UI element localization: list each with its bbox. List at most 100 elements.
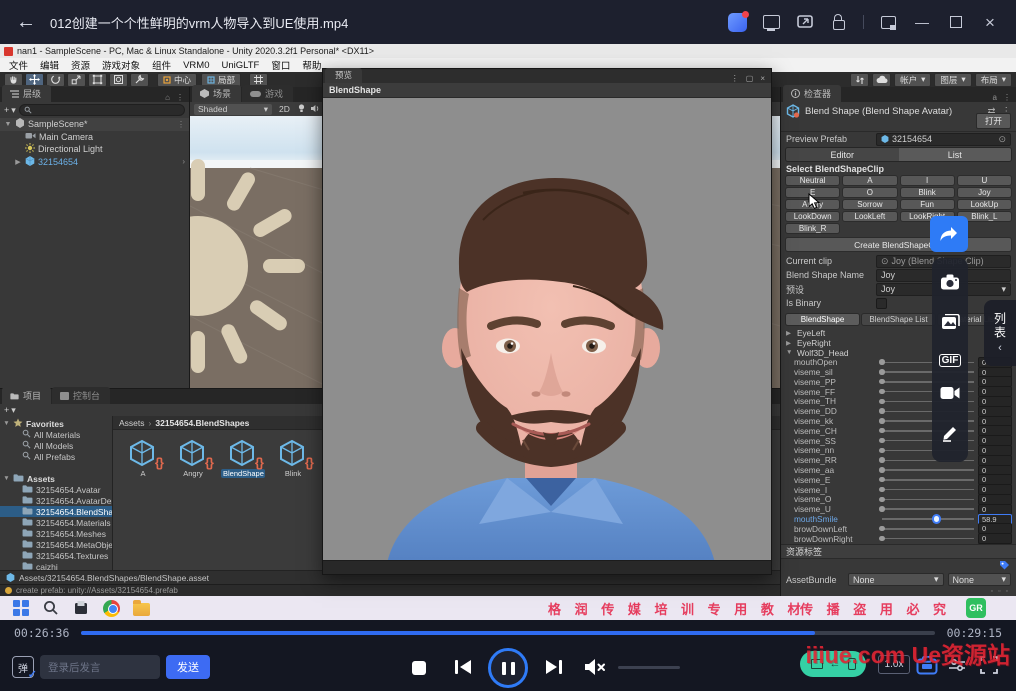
window-close-icon[interactable]: ×: [760, 74, 765, 83]
video-record-icon[interactable]: [940, 386, 960, 405]
tab-console[interactable]: 控制台: [52, 387, 110, 404]
expand-arrow-icon[interactable]: ▼: [4, 121, 12, 128]
expand-arrow-icon[interactable]: ▼: [3, 475, 10, 482]
clip-button-a[interactable]: A: [842, 175, 897, 186]
list-side-tab[interactable]: 列表 ‹: [984, 300, 1016, 366]
label-tag-icon[interactable]: [999, 560, 1010, 571]
hierarchy-item-2[interactable]: Directional Light: [0, 143, 189, 156]
screenshot-icon[interactable]: [941, 314, 960, 335]
asset-tile-blink[interactable]: {}Blink: [273, 438, 313, 478]
tree-spacer[interactable]: [0, 462, 112, 473]
folder-item-5[interactable]: 32154654.MetaObject: [0, 539, 112, 550]
assetbundle-dropdown[interactable]: None ▾: [848, 573, 944, 586]
tv-cast-icon[interactable]: [761, 12, 781, 32]
folder-item-1[interactable]: 32154654.AvatarDescription: [0, 495, 112, 506]
slider-track[interactable]: [882, 469, 974, 471]
clip-button-lookdown[interactable]: LookDown: [785, 211, 840, 222]
settings-sliders-icon[interactable]: [946, 654, 968, 676]
layers-dropdown[interactable]: 图层▾: [934, 73, 971, 87]
slider-handle[interactable]: [879, 497, 885, 503]
expand-arrow-icon[interactable]: ▼: [3, 420, 10, 427]
project-create-button[interactable]: +▾: [4, 405, 16, 416]
menu-item-0[interactable]: 文件: [4, 58, 33, 72]
footer-icon[interactable]: ▫: [998, 588, 1000, 595]
tab-project[interactable]: 项目: [2, 387, 51, 404]
slider-handle[interactable]: [879, 506, 885, 512]
slider-handle[interactable]: [879, 379, 885, 385]
breadcrumb-current[interactable]: 32154654.BlendShapes: [155, 418, 249, 428]
inspector-menu-icon[interactable]: ⋮: [1003, 93, 1011, 102]
menu-item-3[interactable]: 游戏对象: [97, 58, 145, 72]
lock-icon[interactable]: [829, 12, 849, 32]
collab-icon[interactable]: [850, 73, 869, 87]
asset-tile-angry[interactable]: {}Angry: [173, 438, 213, 478]
clip-button-i[interactable]: I: [900, 175, 955, 186]
inspector-lock-icon[interactable]: a: [993, 93, 997, 102]
slider-handle[interactable]: [879, 438, 885, 444]
window-maximize-icon[interactable]: ▢: [746, 74, 754, 83]
shading-mode-dropdown[interactable]: Shaded ▾: [194, 104, 272, 115]
mini-player-icon[interactable]: [878, 12, 898, 32]
clip-button-lookleft[interactable]: LookLeft: [842, 211, 897, 222]
hierarchy-item-1[interactable]: Main Camera: [0, 131, 189, 144]
tab-game[interactable]: 游戏: [242, 85, 293, 102]
previous-button[interactable]: [453, 658, 473, 676]
pause-button[interactable]: [488, 648, 528, 688]
clip-button-blink_r[interactable]: Blink_R: [785, 223, 840, 234]
is-binary-checkbox[interactable]: [876, 298, 887, 309]
folder-item-3[interactable]: 32154654.Materials: [0, 517, 112, 528]
slider-handle[interactable]: [879, 457, 885, 463]
taskbar-search-icon[interactable]: [43, 600, 60, 617]
expand-arrow-icon[interactable]: ▶: [14, 158, 22, 166]
item-menu-icon[interactable]: ⋮: [177, 120, 185, 129]
windows-start-icon[interactable]: [13, 600, 30, 617]
slider-handle[interactable]: [879, 369, 885, 375]
menu-item-4[interactable]: 组件: [147, 58, 176, 72]
folder-item-0[interactable]: 32154654.Avatar: [0, 484, 112, 495]
layout-dropdown[interactable]: 布局▾: [975, 73, 1012, 87]
explorer-icon[interactable]: [133, 603, 150, 616]
prefab-chevron-icon[interactable]: ›: [182, 157, 185, 166]
rect-tool-icon[interactable]: [88, 73, 107, 87]
list-tab-0[interactable]: BlendShape: [785, 313, 860, 326]
slider-track[interactable]: [882, 508, 974, 510]
slider-handle[interactable]: [879, 359, 885, 365]
slider-track[interactable]: [882, 499, 974, 501]
clip-button-neutral[interactable]: Neutral: [785, 175, 840, 186]
video-content[interactable]: nan1 - SampleScene - PC, Mac & Linux Sta…: [0, 44, 1016, 620]
hierarchy-add-button[interactable]: +▾: [4, 105, 16, 116]
cast-pill[interactable]: ←: [800, 651, 866, 677]
volume-slider[interactable]: [618, 666, 680, 669]
danmaku-input[interactable]: 登录后发言: [40, 655, 160, 679]
create-clip-button[interactable]: Create BlendShapeClip: [785, 237, 1012, 252]
clip-button-sorrow[interactable]: Sorrow: [842, 199, 897, 210]
close-icon[interactable]: ×: [980, 12, 1000, 32]
account-dropdown[interactable]: 帐户▾: [894, 73, 931, 87]
2d-toggle[interactable]: 2D: [276, 104, 293, 114]
scale-tool-icon[interactable]: [67, 73, 86, 87]
open-button[interactable]: 打开: [976, 113, 1011, 129]
footer-icon[interactable]: ▫: [1006, 588, 1008, 595]
expand-arrow-icon[interactable]: ▶: [786, 339, 793, 347]
hierarchy-item-0[interactable]: ▼SampleScene*⋮: [0, 118, 189, 131]
annotate-icon[interactable]: [941, 424, 959, 447]
tab-scene[interactable]: 场景: [192, 85, 241, 102]
share-button[interactable]: [930, 216, 968, 252]
object-picker-icon[interactable]: ⊙: [998, 134, 1006, 145]
mode-tab-list[interactable]: List: [899, 148, 1012, 161]
stop-button[interactable]: [412, 661, 426, 675]
folder-item-6[interactable]: 32154654.Textures: [0, 550, 112, 561]
list-tab-1[interactable]: BlendShape List: [861, 313, 936, 326]
mute-button[interactable]: [583, 657, 607, 677]
pivot-toggle-button[interactable]: 中心: [157, 73, 197, 87]
menu-item-1[interactable]: 编辑: [35, 58, 64, 72]
assets-root[interactable]: ▼Assets: [0, 473, 112, 484]
clip-button-o[interactable]: O: [842, 187, 897, 198]
folder-item-7[interactable]: caizhi: [0, 561, 112, 570]
tab-inspector[interactable]: 检查器: [783, 85, 841, 102]
clip-button-lookup[interactable]: LookUp: [957, 199, 1012, 210]
maximize-icon[interactable]: [946, 12, 966, 32]
danmaku-toggle[interactable]: 弹 ✓: [12, 656, 34, 678]
asset-tile-blendshape[interactable]: {}BlendShape: [223, 438, 263, 478]
slider-handle[interactable]: [879, 448, 885, 454]
